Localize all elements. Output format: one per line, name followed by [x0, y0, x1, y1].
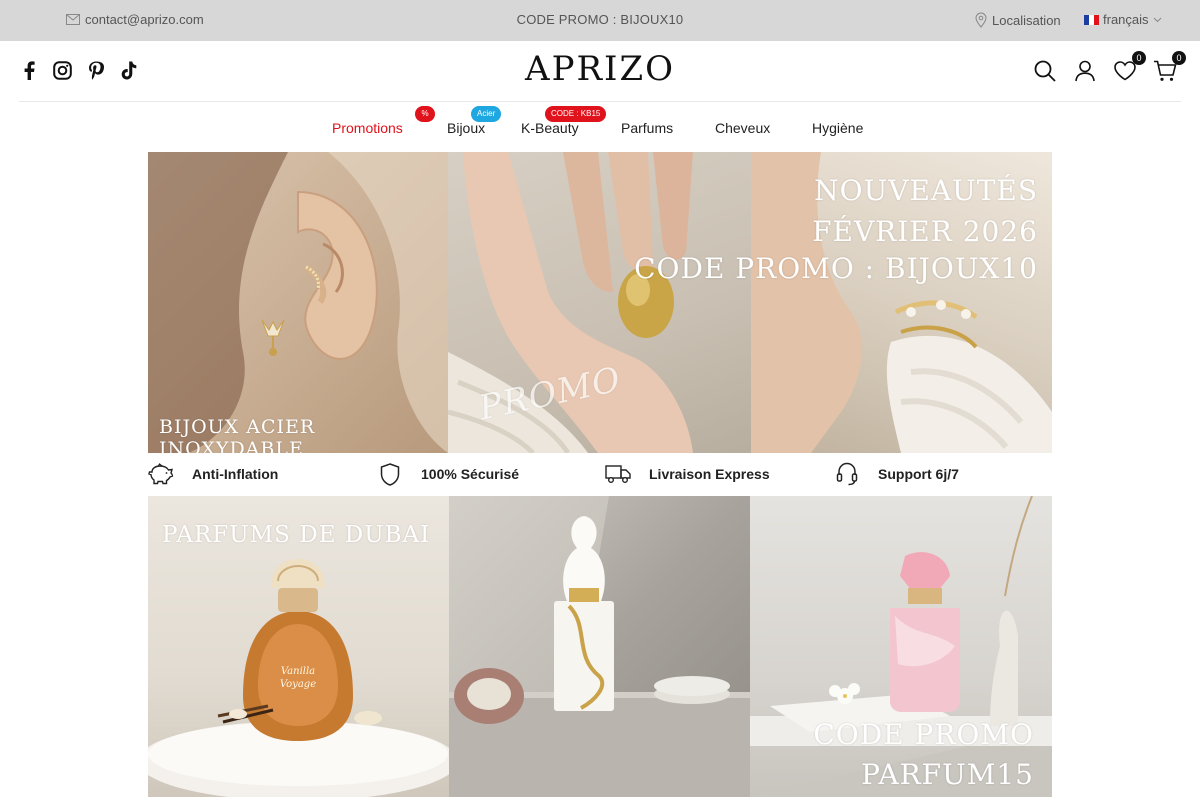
language-label: français [1103, 12, 1149, 27]
nav-tag-kb15: CODE : KB15 [545, 106, 607, 122]
banner-text-parfums-dubai: PARFUMS DE DUBAI [162, 522, 431, 548]
banner-line-code-promo-2: CODE PROMO [813, 718, 1034, 751]
banner-text-nouveautes: NOUVEAUTÉS FÉVRIER 2026 [812, 170, 1038, 252]
header-actions: 0 0 [1033, 51, 1186, 83]
banner-panel-bracelet: NOUVEAUTÉS FÉVRIER 2026 [751, 152, 1052, 453]
nav-item-hygiene[interactable]: Hygiène [812, 120, 863, 136]
cart-count-badge: 0 [1172, 51, 1186, 65]
location-pin-icon [975, 12, 987, 28]
location-label: Localisation [992, 12, 1061, 28]
wishlist-icon[interactable]: 0 [1113, 51, 1146, 83]
banner-panel-ring: PROMO [448, 152, 751, 453]
feature-anti-inflation: Anti-Inflation [148, 461, 278, 487]
feature-label: Livraison Express [649, 466, 770, 482]
banner-text-code-parfum: CODE PROMO PARFUM15 [813, 715, 1034, 795]
site-header: APRIZO 0 0 [0, 41, 1200, 101]
location-link[interactable]: Localisation [975, 12, 1061, 28]
language-selector[interactable]: français [1084, 12, 1162, 27]
headset-icon [834, 461, 860, 487]
banner-line-nouveautes: NOUVEAUTÉS [814, 174, 1038, 207]
banner-panel-perfume-amber: PARFUMS DE DUBAI Vanilla Voyage [148, 496, 449, 797]
chevron-down-icon [1153, 17, 1161, 22]
nav-item-kbeauty[interactable]: K-Beauty [521, 120, 579, 136]
site-logo[interactable]: APRIZO [0, 49, 1200, 89]
banner-line-code-promo: CODE PROMO : BIJOUX10 [634, 252, 1038, 285]
france-flag-icon [1084, 14, 1099, 25]
feature-support: Support 6j/7 [834, 461, 959, 487]
search-icon[interactable] [1033, 59, 1057, 83]
main-navigation: Promotions % Bijoux Acier K-Beauty CODE … [0, 102, 1200, 152]
banner-text-bijoux-acier: BIJOUX ACIER INOXYDABLE [159, 416, 316, 453]
account-icon[interactable] [1073, 59, 1097, 83]
nav-tag-acier: Acier [471, 106, 502, 122]
feature-label: Support 6j/7 [878, 466, 959, 482]
truck-icon [605, 461, 631, 487]
banner-line-parfum15: PARFUM15 [861, 758, 1034, 791]
bottle-label-vanilla-voyage: Vanilla Voyage [279, 666, 317, 690]
banner-panel-earrings: BIJOUX ACIER INOXYDABLE [148, 152, 448, 453]
feature-secure: 100% Sécurisé [377, 461, 519, 487]
nav-item-bijoux[interactable]: Bijoux [447, 120, 485, 136]
jewelry-hero-banner[interactable]: BIJOUX ACIER INOXYDABLE PROMO NOUVEAUTÉS… [148, 152, 1052, 453]
feature-label: Anti-Inflation [192, 466, 279, 482]
wishlist-count-badge: 0 [1132, 51, 1146, 65]
feature-express-delivery: Livraison Express [605, 461, 770, 487]
nav-item-parfums[interactable]: Parfums [621, 120, 673, 136]
nav-item-promotions[interactable]: Promotions [332, 120, 403, 136]
shield-icon [377, 461, 403, 487]
features-strip: Anti-Inflation 100% Sécurisé Livraison E… [148, 453, 1052, 496]
banner-panel-perfume-statue [449, 496, 750, 797]
earring-photo-illustration [148, 152, 448, 453]
banner-line-date: FÉVRIER 2026 [812, 215, 1038, 248]
perfume-hero-banner[interactable]: PARFUMS DE DUBAI Vanilla Voyage CODE PRO… [148, 496, 1052, 797]
cart-icon[interactable]: 0 [1153, 51, 1186, 83]
nav-tag-percent: % [415, 106, 435, 122]
announcement-bar: contact@aprizo.com CODE PROMO : BIJOUX10… [0, 0, 1200, 41]
feature-label: 100% Sécurisé [421, 466, 520, 482]
nav-item-cheveux[interactable]: Cheveux [715, 120, 770, 136]
piggy-bank-icon [148, 461, 174, 487]
statue-perfume-illustration [449, 496, 750, 797]
